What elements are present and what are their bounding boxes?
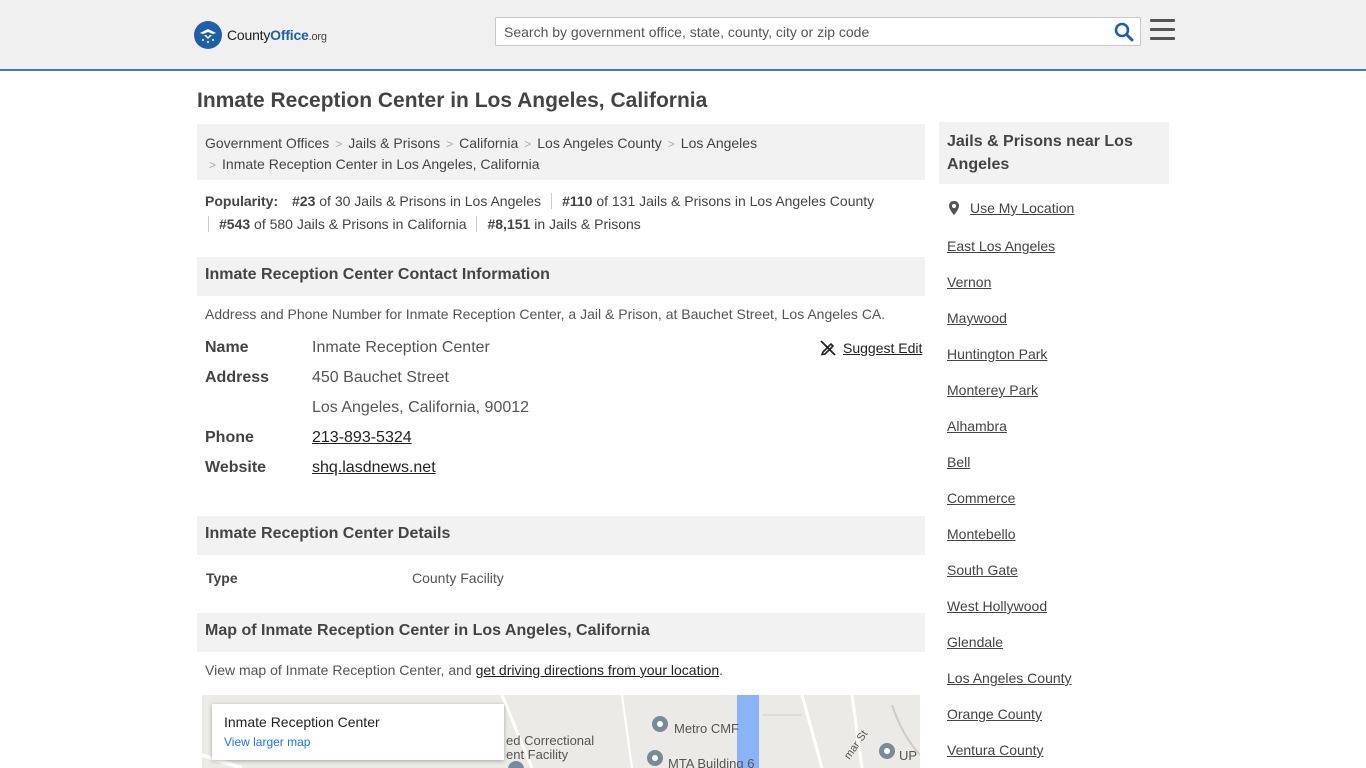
logo-word-county: County — [227, 27, 271, 43]
view-larger-map-link[interactable]: View larger map — [224, 735, 492, 749]
breadcrumb-current: Inmate Reception Center in Los Angeles, … — [222, 156, 540, 172]
search-input[interactable] — [496, 18, 1106, 45]
sidebar-item-vernon[interactable]: Vernon — [947, 274, 991, 290]
popularity-stats: Popularity: #23 of 30 Jails & Prisons in… — [205, 190, 925, 236]
sidebar-item-east-los-angeles[interactable]: East Los Angeles — [947, 238, 1055, 254]
name-label: Name — [205, 339, 249, 356]
sidebar-item-south-gate[interactable]: South Gate — [947, 562, 1018, 578]
search-icon — [1114, 22, 1134, 42]
type-label: Type — [206, 570, 238, 586]
popularity-item: #110 of 131 Jails & Prisons in Los Angel… — [551, 193, 885, 209]
site-header: CountyOffice.org — [0, 0, 1366, 71]
sidebar-item-los-angeles-county[interactable]: Los Angeles County — [947, 670, 1072, 686]
breadcrumb-separator-icon: > — [335, 137, 343, 151]
map-pin-icon[interactable] — [646, 750, 664, 768]
breadcrumb-link[interactable]: Government Offices — [205, 135, 329, 151]
sidebar-heading: Jails & Prisons near Los Angeles — [939, 122, 1169, 184]
map-label: MTA Building 6 — [668, 756, 755, 768]
breadcrumb: Government Offices > Jails & Prisons > Calif… — [197, 124, 925, 180]
map-label: ed Correctional — [506, 733, 595, 748]
embedded-map[interactable]: Inmate Reception Center View larger map … — [202, 695, 920, 768]
phone-label: Phone — [205, 429, 254, 446]
suggest-edit[interactable]: Suggest Edit — [820, 340, 922, 356]
address-line1: 450 Bauchet Street — [312, 369, 449, 386]
sidebar-item-west-hollywood[interactable]: West Hollywood — [947, 598, 1047, 614]
sidebar-item-huntington-park[interactable]: Huntington Park — [947, 346, 1047, 362]
breadcrumb-separator-icon: > — [667, 137, 675, 151]
breadcrumb-link[interactable]: Los Angeles — [681, 135, 757, 151]
edit-off-icon — [820, 340, 836, 356]
sidebar-item-maywood[interactable]: Maywood — [947, 310, 1007, 326]
sidebar-item-alhambra[interactable]: Alhambra — [947, 418, 1007, 434]
address-label: Address — [205, 369, 270, 386]
logo-word-office: Office — [270, 27, 309, 43]
contact-heading: Inmate Reception Center Contact Informat… — [197, 257, 925, 296]
map-label: Metro CMF — [674, 721, 739, 736]
website-link[interactable]: shq.lasdnews.net — [312, 459, 436, 477]
breadcrumb-separator-icon: > — [524, 137, 532, 151]
page-title: Inmate Reception Center in Los Angeles, … — [197, 89, 708, 112]
address-line2: Los Angeles, California, 90012 — [312, 399, 530, 416]
popularity-label: Popularity: — [205, 193, 279, 209]
site-logo[interactable]: CountyOffice.org — [194, 21, 327, 49]
search-box — [495, 17, 1141, 46]
popularity-item: #543 of 580 Jails & Prisons in Californi… — [208, 216, 477, 232]
sidebar-item-ventura-county[interactable]: Ventura County — [947, 742, 1044, 758]
map-pin-icon[interactable] — [507, 761, 525, 768]
breadcrumb-link[interactable]: Jails & Prisons — [348, 135, 440, 151]
sidebar-item-orange-county[interactable]: Orange County — [947, 706, 1042, 722]
breadcrumb-link[interactable]: Los Angeles County — [537, 135, 662, 151]
map-label: UP — [899, 748, 918, 763]
map-label: ent Facility — [506, 747, 569, 762]
use-location[interactable]: Use My Location — [947, 200, 1074, 216]
map-heading: Map of Inmate Reception Center in Los An… — [197, 613, 925, 652]
popularity-item: #23 of 30 Jails & Prisons in Los Angeles — [292, 193, 542, 209]
contact-description: Address and Phone Number for Inmate Rece… — [205, 306, 886, 322]
phone-link[interactable]: 213-893-5324 — [312, 429, 412, 447]
map-card-title: Inmate Reception Center — [224, 714, 380, 730]
type-value: County Facility — [412, 570, 504, 586]
breadcrumb-link[interactable]: California — [459, 135, 518, 151]
suggest-edit-link[interactable]: Suggest Edit — [843, 340, 922, 356]
map-pin-icon[interactable] — [651, 716, 669, 734]
location-pin-icon — [949, 201, 959, 215]
sidebar-item-commerce[interactable]: Commerce — [947, 490, 1015, 506]
use-my-location-link[interactable]: Use My Location — [970, 200, 1074, 216]
logo-seal-icon — [194, 21, 222, 49]
details-heading: Inmate Reception Center Details — [197, 516, 925, 555]
logo-word-org: .org — [308, 31, 327, 43]
sidebar-item-monterey-park[interactable]: Monterey Park — [947, 382, 1038, 398]
map-info-card: Inmate Reception Center View larger map — [212, 704, 504, 760]
search-button[interactable] — [1114, 22, 1134, 42]
logo-text: CountyOffice.org — [227, 27, 327, 43]
sidebar-item-montebello[interactable]: Montebello — [947, 526, 1016, 542]
name-value: Inmate Reception Center — [312, 339, 490, 356]
sidebar-item-bell[interactable]: Bell — [947, 454, 970, 470]
sidebar-item-glendale[interactable]: Glendale — [947, 634, 1003, 650]
breadcrumb-separator-icon: > — [446, 137, 454, 151]
breadcrumb-separator-icon: > — [209, 158, 217, 172]
popularity-item: #8,151 in Jails & Prisons — [476, 216, 651, 232]
website-label: Website — [205, 459, 267, 476]
map-description: View map of Inmate Reception Center, and… — [205, 662, 724, 678]
hamburger-menu-icon[interactable] — [1150, 19, 1175, 41]
map-pin-icon[interactable] — [878, 743, 896, 761]
driving-directions-link[interactable]: get driving directions from your locatio… — [476, 662, 720, 678]
